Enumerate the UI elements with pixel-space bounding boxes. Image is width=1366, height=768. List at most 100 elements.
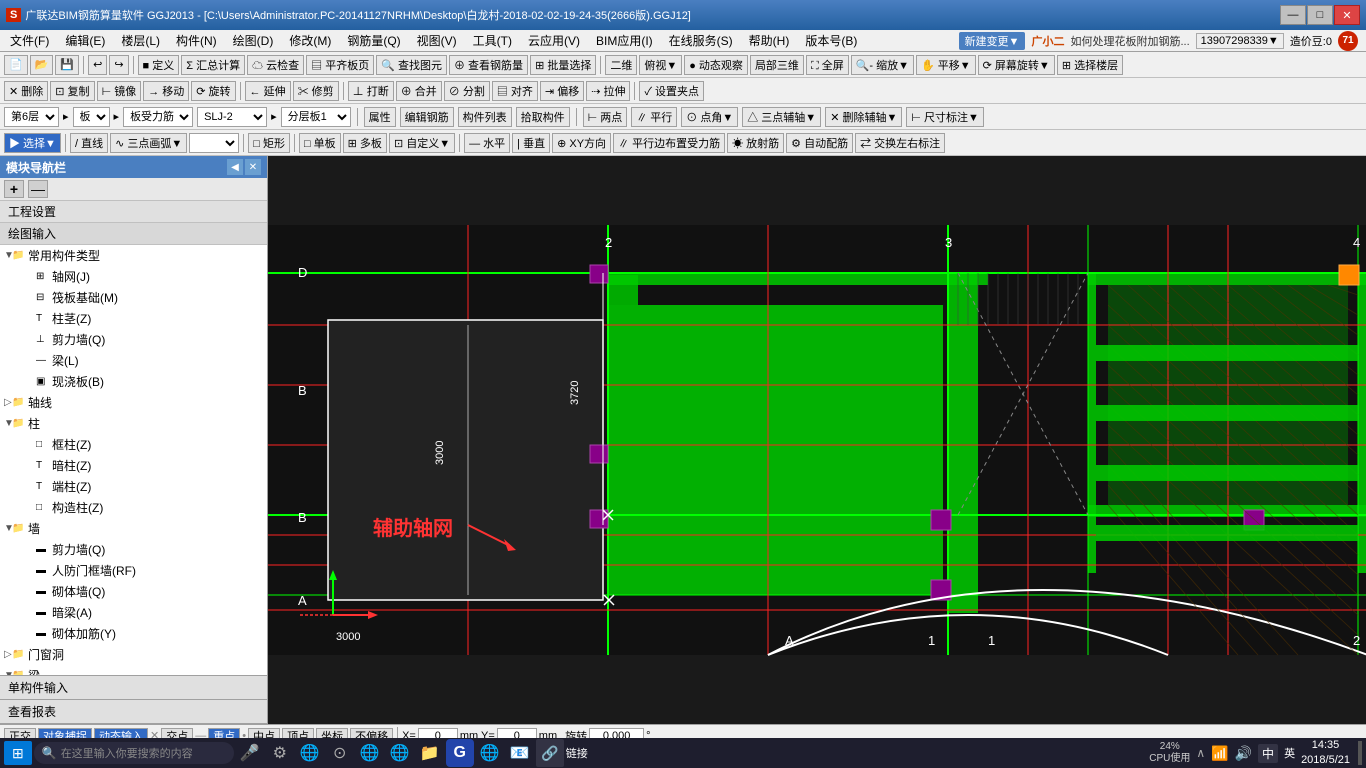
batch-select-btn[interactable]: ⊞ 批量选择 — [530, 55, 596, 75]
tree-item-hidden-beam[interactable]: ▬ 暗梁(A) — [0, 602, 267, 623]
taskbar-browser-icon[interactable]: 🌐 — [476, 739, 504, 767]
undo-btn[interactable]: ↩ — [88, 55, 107, 75]
taskbar-circle-icon[interactable]: ⊙ — [326, 739, 354, 767]
rotate-view-btn[interactable]: ⟳ 屏幕旋转▼ — [978, 55, 1055, 75]
taskbar-mail-icon[interactable]: 📧 — [506, 739, 534, 767]
start-button[interactable]: ⊞ — [4, 741, 32, 765]
extend-btn[interactable]: ← 延伸 — [245, 81, 291, 101]
sum-btn[interactable]: Σ 汇总计算 — [181, 55, 245, 75]
offset-btn[interactable]: ⇥ 偏移 — [540, 81, 584, 101]
local-3d-btn[interactable]: 局部三维 — [750, 55, 804, 75]
taskbar-ie2-icon[interactable]: 🌐 — [386, 739, 414, 767]
element-list-btn[interactable]: 构件列表 — [458, 107, 512, 127]
pan-btn[interactable]: ✋ 平移▼ — [916, 55, 976, 75]
del-axis-btn[interactable]: ✕ 删除辅轴▼ — [825, 107, 902, 127]
parallel-edge-btn[interactable]: ∥ 平行边布置受力筋 — [613, 133, 725, 153]
open-btn[interactable]: 📂 — [30, 55, 54, 75]
sidebar-pin-btn[interactable]: ◀ — [227, 159, 243, 175]
menu-item-file[interactable]: 文件(F) — [2, 30, 57, 51]
delete-btn[interactable]: ✕ 删除 — [4, 81, 48, 101]
taskbar-folder-icon[interactable]: 📁 — [416, 739, 444, 767]
redo-btn[interactable]: ↪ — [109, 55, 128, 75]
taskbar-chrome-icon[interactable]: 🌐 — [356, 739, 384, 767]
tray-sound-icon[interactable]: 🔊 — [1235, 745, 1252, 762]
search-bar[interactable]: 🔍 在这里输入你要搜索的内容 — [34, 742, 234, 764]
tree-item-slab[interactable]: ▣ 现浇板(B) — [0, 371, 267, 392]
xy-btn[interactable]: ⊕ XY方向 — [552, 133, 611, 153]
draw-input-tab[interactable]: 绘图输入 — [0, 223, 267, 245]
save-btn[interactable]: 💾 — [55, 55, 79, 75]
property-btn[interactable]: 属性 — [364, 107, 396, 127]
taskbar-ie-icon[interactable]: 🌐 — [296, 739, 324, 767]
flat-plate-btn[interactable]: ▤ 平齐板页 — [306, 55, 374, 75]
close-button[interactable]: ✕ — [1334, 5, 1360, 25]
taskbar-link-icon[interactable]: 🔗 — [536, 739, 564, 767]
sidebar-add-btn[interactable]: + — [4, 180, 24, 198]
select-floor-btn[interactable]: ⊞ 选择楼层 — [1057, 55, 1123, 75]
tree-item-raft[interactable]: ⊟ 筏板基础(M) — [0, 287, 267, 308]
tree-item-beam[interactable]: — 梁(L) — [0, 350, 267, 371]
split-board-select[interactable]: 分层板1 — [281, 107, 351, 127]
sidebar-close-btn[interactable]: ✕ — [245, 159, 261, 175]
mirror-btn[interactable]: ⊢ 镜像 — [97, 81, 142, 101]
dynamic-view-btn[interactable]: ● 动态观察 — [684, 55, 748, 75]
auto-config-btn[interactable]: ⚙ 自动配筋 — [786, 133, 853, 153]
select-mode-btn[interactable]: ▶ 选择▼ — [4, 133, 61, 153]
tree-item-shearwall[interactable]: ⊥ 剪力墙(Q) — [0, 329, 267, 350]
menu-item-draw[interactable]: 绘图(D) — [225, 30, 282, 51]
single-board-btn[interactable]: □ 单板 — [299, 133, 341, 153]
tree-item-beam-group[interactable]: ▼ 📁 梁 — [0, 665, 267, 675]
tree-item-frame-col[interactable]: □ 框柱(Z) — [0, 434, 267, 455]
menu-item-help[interactable]: 帮助(H) — [741, 30, 798, 51]
trim-btn[interactable]: ✂ 修剪 — [293, 81, 339, 101]
lang-indicator[interactable]: 中 — [1258, 744, 1278, 763]
tree-item-gridline-group[interactable]: ▷ 📁 轴线 — [0, 392, 267, 413]
rebar-type-select[interactable]: 板受力筋 — [123, 107, 193, 127]
tree-item-struct-col[interactable]: □ 构造柱(Z) — [0, 497, 267, 518]
point-angle-btn[interactable]: ⊙ 点角▼ — [681, 107, 738, 127]
multi-board-btn[interactable]: ⊞ 多板 — [343, 133, 387, 153]
taskbar-g-icon[interactable]: G — [446, 739, 474, 767]
custom-btn[interactable]: ⊡ 自定义▼ — [389, 133, 455, 153]
tree-item-block[interactable]: ▬ 砌体墙(Q) — [0, 581, 267, 602]
tree-item-common[interactable]: ▼ 📁 常用构件类型 — [0, 245, 267, 266]
parallel-btn[interactable]: ∥ 平行 — [631, 107, 677, 127]
menu-item-modify[interactable]: 修改(M) — [281, 30, 339, 51]
tree-item-opening-group[interactable]: ▷ 📁 门窗洞 — [0, 644, 267, 665]
sidebar-collapse-btn[interactable]: — — [28, 180, 48, 198]
tree-item-sw[interactable]: ▬ 剪力墙(Q) — [0, 539, 267, 560]
fullscreen-btn[interactable]: ⛶ 全屏 — [806, 55, 849, 75]
pick-element-btn[interactable]: 拾取构件 — [516, 107, 570, 127]
tree-item-adf[interactable]: ▬ 人防门框墙(RF) — [0, 560, 267, 581]
align-btn[interactable]: ▤ 对齐 — [492, 81, 538, 101]
line-btn[interactable]: / 直线 — [70, 133, 108, 153]
taskbar-apps-icon[interactable]: ⚙ — [266, 739, 294, 767]
split-btn[interactable]: ⊘ 分割 — [444, 81, 490, 101]
two-point-btn[interactable]: ⊢ 两点 — [583, 107, 628, 127]
zoom-out-btn[interactable]: 🔍- 缩放▼ — [851, 55, 914, 75]
check-rebar-btn[interactable]: ⊕ 查看钢筋量 — [449, 55, 528, 75]
new-change-btn[interactable]: 新建变更▼ — [959, 32, 1026, 50]
copy-btn[interactable]: ⊡ 复制 — [50, 81, 94, 101]
set-point-btn[interactable]: ✓ 设置夹点 — [639, 81, 704, 101]
rect-btn[interactable]: □ 矩形 — [248, 133, 290, 153]
tree-item-wall-group[interactable]: ▼ 📁 墙 — [0, 518, 267, 539]
arc-btn[interactable]: ∿ 三点画弧▼ — [110, 133, 187, 153]
move-btn[interactable]: → 移动 — [143, 81, 189, 101]
taskbar-mic-icon[interactable]: 🎤 — [236, 739, 264, 767]
edit-rebar-btn[interactable]: 编辑钢筋 — [400, 107, 454, 127]
tray-up-icon[interactable]: ∧ — [1196, 746, 1205, 760]
menu-item-rebar[interactable]: 钢筋量(Q) — [339, 30, 408, 51]
cloud-check-btn[interactable]: ☁ 云检查 — [247, 55, 304, 75]
tray-network-icon[interactable]: 📶 — [1211, 745, 1228, 762]
view-btn[interactable]: 俯视▼ — [639, 55, 682, 75]
rotate-btn[interactable]: ⟳ 旋转 — [191, 81, 235, 101]
tree-item-end-col[interactable]: T 端柱(Z) — [0, 476, 267, 497]
show-desktop-btn[interactable] — [1358, 741, 1362, 765]
radial-btn[interactable]: ☀ 放射筋 — [727, 133, 784, 153]
tree-item-axis[interactable]: ⊞ 轴网(J) — [0, 266, 267, 287]
break-btn[interactable]: ⊥ 打断 — [348, 81, 394, 101]
menu-item-version[interactable]: 版本号(B) — [797, 30, 865, 51]
define-btn[interactable]: ■ 定义 — [138, 55, 180, 75]
tree-item-column-stem[interactable]: T 柱茎(Z) — [0, 308, 267, 329]
